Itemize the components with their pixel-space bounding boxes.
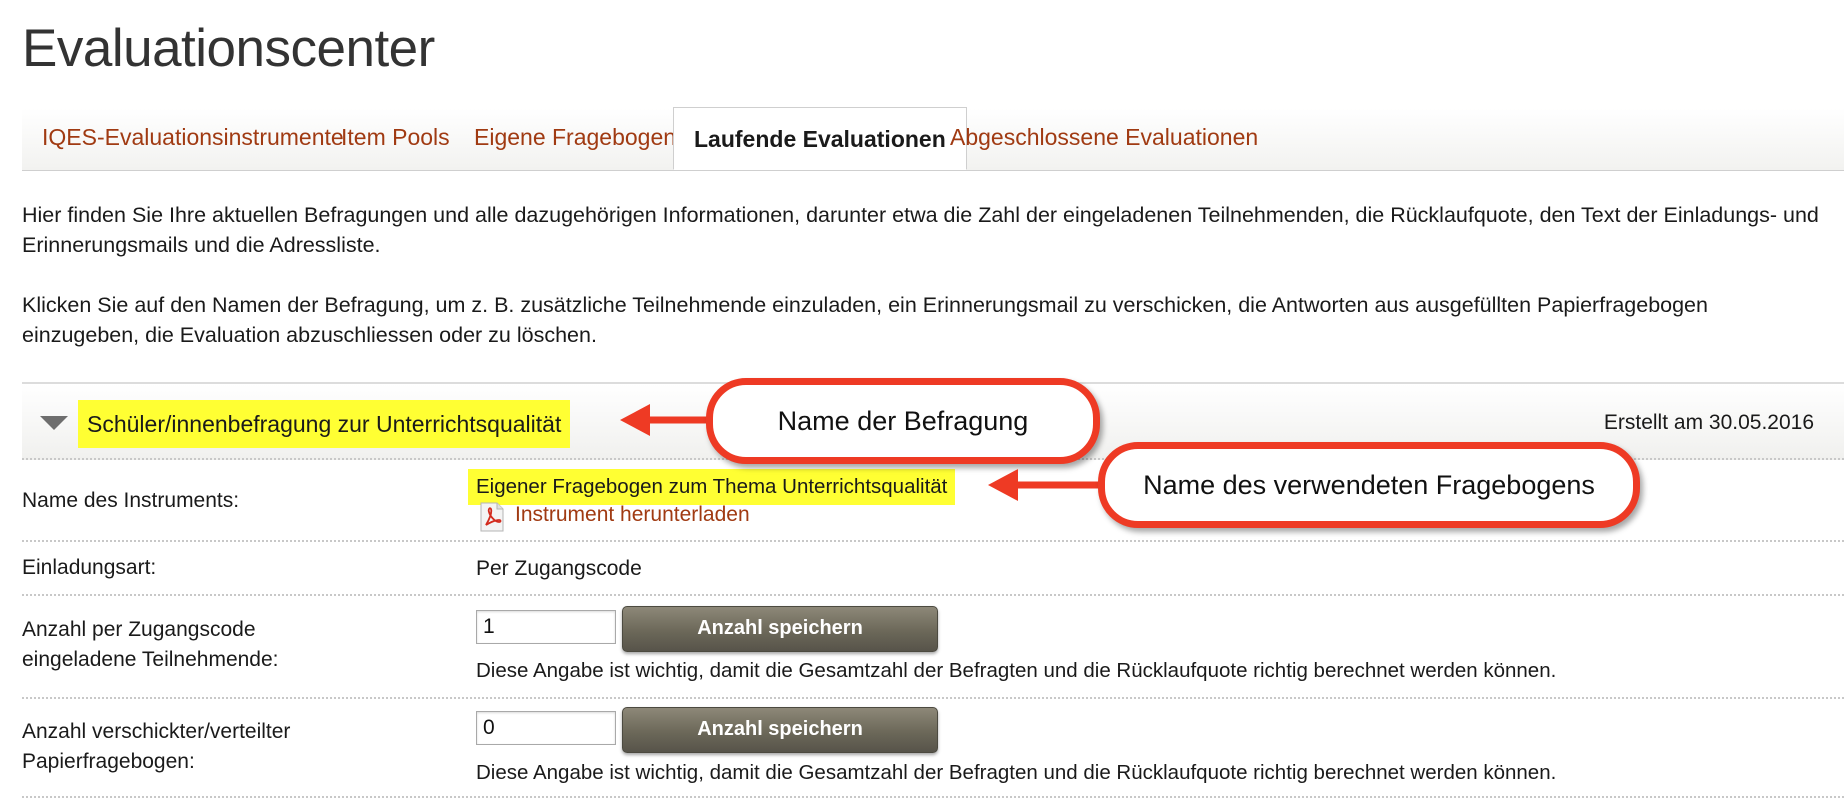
code-count-label-line1: Anzahl per Zugangscode: [22, 618, 256, 641]
save-paper-count-button[interactable]: Anzahl speichern: [622, 707, 938, 753]
tab-abgeschlossene-evaluationen[interactable]: Abgeschlossene Evaluationen: [950, 124, 1258, 151]
download-instrument-link[interactable]: Instrument herunterladen: [515, 503, 750, 527]
paper-count-hint: Diese Angabe ist wichtig, damit die Gesa…: [476, 761, 1557, 784]
code-count-hint: Diese Angabe ist wichtig, damit die Gesa…: [476, 659, 1557, 682]
created-date: Erstellt am 30.05.2016: [1603, 411, 1814, 434]
caret-down-icon[interactable]: [40, 416, 68, 430]
tab-item-pools[interactable]: Item Pools: [341, 124, 450, 151]
divider: [22, 796, 1844, 798]
callout-instrument-name: Name des verwendeten Fragebogens: [1098, 442, 1640, 528]
survey-name-link[interactable]: Schüler/innenbefragung zur Unterrichtsqu…: [78, 400, 571, 448]
page-title: Evaluationscenter: [22, 19, 435, 78]
tab-eigene-fragebogen[interactable]: Eigene Fragebogen: [474, 124, 676, 151]
code-count-label-line2: eingeladene Teilnehmende:: [22, 648, 279, 671]
tab-laufende-evaluationen[interactable]: Laufende Evaluationen: [673, 107, 967, 170]
code-count-input[interactable]: [476, 610, 616, 644]
divider: [22, 540, 1844, 542]
tab-iqes-instrumente[interactable]: IQES-Evaluationsinstrumente: [42, 124, 344, 151]
paper-count-input[interactable]: [476, 711, 616, 745]
invitation-value: Per Zugangscode: [476, 557, 642, 580]
instrument-label: Name des Instruments:: [22, 489, 240, 512]
invitation-label: Einladungsart:: [22, 556, 157, 579]
pdf-icon[interactable]: [478, 502, 506, 532]
intro-paragraph-2: Klicken Sie auf den Namen der Befragung,…: [22, 293, 1708, 347]
divider: [22, 594, 1844, 596]
callout-survey-name: Name der Befragung: [706, 378, 1100, 464]
intro-paragraph-1: Hier finden Sie Ihre aktuellen Befragung…: [22, 203, 1819, 257]
paper-count-label-line1: Anzahl verschickter/verteilter: [22, 720, 291, 743]
tab-bar: IQES-Evaluationsinstrumente Item Pools E…: [22, 107, 1844, 171]
instrument-name: Eigener Fragebogen zum Thema Unterrichts…: [468, 469, 956, 505]
save-code-count-button[interactable]: Anzahl speichern: [622, 606, 938, 652]
arrow-to-instrument-name: [988, 469, 1106, 501]
arrow-to-survey-name: [620, 404, 718, 436]
paper-count-label-line2: Papierfragebogen:: [22, 750, 195, 773]
divider: [22, 697, 1844, 699]
